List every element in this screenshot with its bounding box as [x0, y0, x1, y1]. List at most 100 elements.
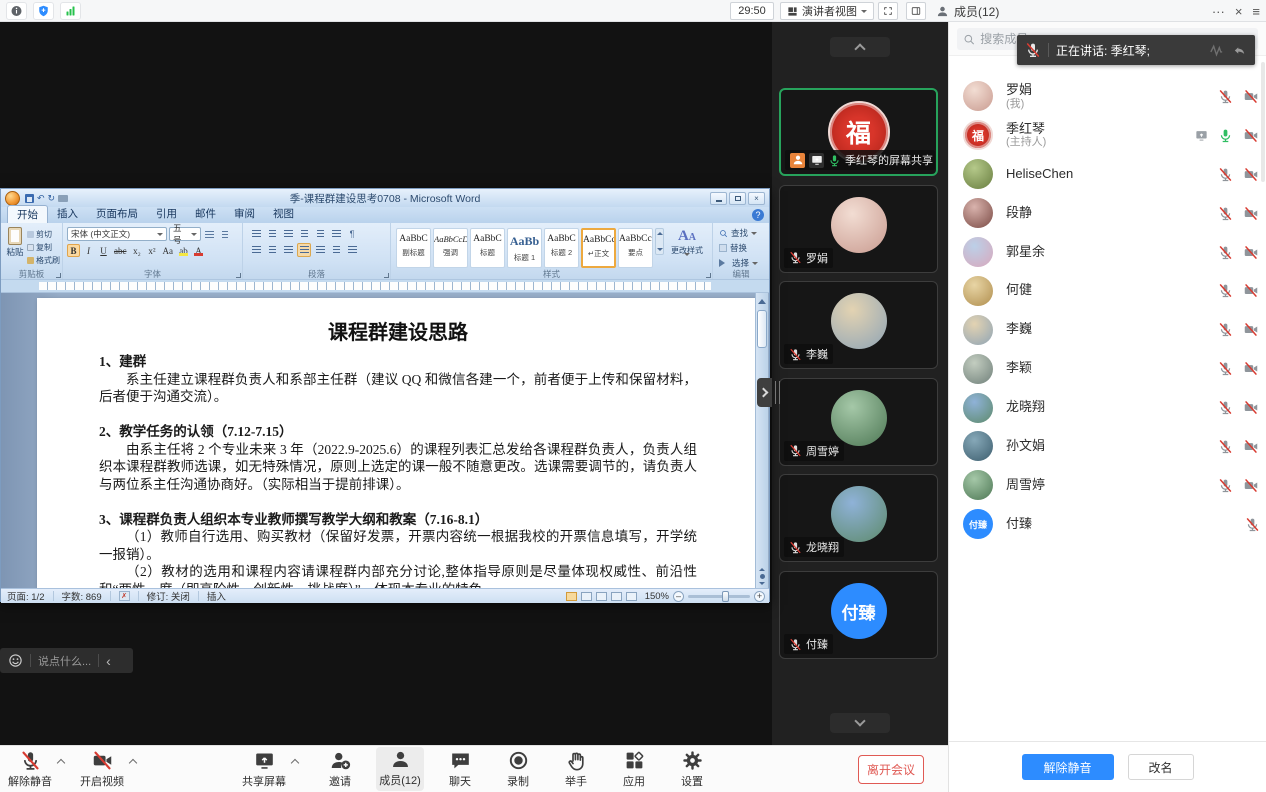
- shading-button[interactable]: [329, 243, 343, 257]
- zoom-out-button[interactable]: –: [673, 591, 684, 602]
- style-gallery-scroll[interactable]: [655, 228, 664, 255]
- spellcheck-icon[interactable]: ✗: [119, 591, 130, 601]
- font-button-abc[interactable]: abc: [112, 244, 129, 257]
- cut-button[interactable]: 剪切: [27, 229, 60, 240]
- redo-icon[interactable]: ↻: [48, 194, 56, 203]
- toolbar-share-screen-button[interactable]: 共享屏幕: [240, 750, 288, 789]
- multilevel-list-button[interactable]: [281, 227, 295, 241]
- toolbar-members-button[interactable]: 成员(12): [376, 747, 424, 791]
- style-强调[interactable]: AaBbCcD强调: [433, 228, 468, 268]
- chat-input-hint[interactable]: 说点什么...: [38, 653, 91, 669]
- chevron-up-icon[interactable]: [54, 752, 68, 786]
- info-icon[interactable]: [6, 2, 27, 20]
- chevron-up-icon[interactable]: [288, 752, 302, 786]
- unmute-button[interactable]: 解除静音: [1022, 754, 1114, 780]
- scroll-tiles-up-button[interactable]: [830, 37, 890, 57]
- member-row[interactable]: 郭星余: [949, 233, 1266, 272]
- video-tile[interactable]: 李巍: [779, 281, 938, 369]
- font-button-A[interactable]: A: [192, 244, 205, 257]
- ribbon-tab-1[interactable]: 开始: [7, 205, 48, 223]
- signal-icon[interactable]: [60, 2, 81, 20]
- emoji-icon[interactable]: [8, 653, 23, 668]
- help-icon[interactable]: ?: [752, 209, 764, 221]
- grow-font-button[interactable]: [203, 228, 216, 241]
- toolbar-settings-button[interactable]: 设置: [668, 750, 716, 789]
- print-layout-view-icon[interactable]: [566, 592, 577, 601]
- numbering-button[interactable]: [265, 227, 279, 241]
- panel-scrollbar[interactable]: [1261, 62, 1265, 182]
- document-scrollbar[interactable]: [755, 293, 768, 588]
- ruler[interactable]: [1, 280, 769, 293]
- font-button-x²[interactable]: x²: [146, 244, 159, 257]
- side-panel-button[interactable]: [906, 2, 926, 20]
- dialog-launcher-icon[interactable]: [706, 273, 711, 278]
- toolbar-raise-hand-button[interactable]: 举手: [552, 750, 600, 789]
- font-button-B[interactable]: B: [67, 244, 80, 257]
- word-count[interactable]: 字数: 869: [62, 589, 102, 603]
- panel-close-button[interactable]: ×: [1235, 4, 1243, 19]
- font-button-Aa[interactable]: Aa: [161, 244, 176, 257]
- member-row[interactable]: HeliseChen: [949, 155, 1266, 194]
- collapse-strip-handle[interactable]: [757, 378, 772, 407]
- shrink-font-button[interactable]: [218, 228, 231, 241]
- align-right-button[interactable]: [281, 243, 295, 257]
- undo-icon[interactable]: ↶: [37, 194, 45, 203]
- toolbar-record-button[interactable]: 录制: [494, 750, 542, 789]
- scroll-tiles-down-button[interactable]: [830, 713, 890, 733]
- video-tile[interactable]: 周雪婷: [779, 378, 938, 466]
- dialog-launcher-icon[interactable]: [236, 273, 241, 278]
- collapse-chatbar-button[interactable]: ‹: [106, 654, 111, 668]
- copy-button[interactable]: 复制: [27, 242, 60, 253]
- print-icon[interactable]: [58, 195, 68, 202]
- video-tile[interactable]: 罗娟: [779, 185, 938, 273]
- toolbar-invite-button[interactable]: 邀请: [316, 750, 364, 789]
- close-window-button[interactable]: ×: [748, 192, 765, 205]
- ribbon-tab-6[interactable]: 审阅: [225, 205, 264, 223]
- minimize-button[interactable]: [710, 192, 727, 205]
- shield-icon[interactable]: [33, 2, 54, 20]
- next-page-icon[interactable]: [759, 582, 765, 588]
- style-标题 2[interactable]: AaBbC标题 2: [544, 228, 579, 268]
- fullscreen-button[interactable]: [878, 2, 898, 20]
- change-styles-button[interactable]: AA 更改样式: [665, 225, 709, 267]
- ribbon-tab-3[interactable]: 页面布局: [87, 205, 147, 223]
- align-left-button[interactable]: [249, 243, 263, 257]
- style-要点[interactable]: AaBbCcD要点: [618, 228, 653, 268]
- style-副标题[interactable]: AaBbC副标题: [396, 228, 431, 268]
- prev-page-icon[interactable]: [759, 565, 765, 571]
- toolbar-chat-button[interactable]: 聊天: [436, 750, 484, 789]
- font-family-select[interactable]: 宋体 (中文正文): [67, 227, 167, 241]
- ribbon-tab-7[interactable]: 视图: [264, 205, 303, 223]
- insert-mode[interactable]: 插入: [207, 589, 226, 603]
- ribbon-tab-5[interactable]: 邮件: [186, 205, 225, 223]
- member-row[interactable]: 付臻付臻: [949, 505, 1266, 544]
- font-button-U[interactable]: U: [97, 244, 110, 257]
- panel-menu-button[interactable]: ≡: [1252, 4, 1260, 19]
- video-tile[interactable]: 付臻付臻: [779, 571, 938, 659]
- document-page[interactable]: 课程群建设思路 1、建群系主任建立课程群负责人和系部主任群（建议 QQ 和微信各…: [37, 298, 759, 588]
- zoom-level[interactable]: 150%: [645, 591, 669, 602]
- pilcrow-button[interactable]: ¶: [345, 227, 359, 241]
- font-button-x₂[interactable]: x₂: [131, 244, 144, 257]
- scroll-up-icon[interactable]: [758, 295, 766, 304]
- member-row[interactable]: 段静: [949, 194, 1266, 233]
- font-button-I[interactable]: I: [82, 244, 95, 257]
- chevron-up-icon[interactable]: [126, 752, 140, 786]
- justify-button[interactable]: [297, 243, 311, 257]
- font-size-select[interactable]: 五号: [169, 227, 201, 241]
- ribbon-tab-4[interactable]: 引用: [147, 205, 186, 223]
- member-row[interactable]: 何健: [949, 271, 1266, 310]
- toolbar-apps-button[interactable]: 应用: [610, 750, 658, 789]
- format-painter-button[interactable]: 格式刷: [27, 255, 60, 266]
- scrollbar-thumb[interactable]: [757, 310, 767, 348]
- member-row[interactable]: 福季红琴(主持人): [949, 116, 1266, 155]
- rename-button[interactable]: 改名: [1128, 754, 1194, 780]
- style-↵正文[interactable]: AaBbCcDd↵正文: [581, 228, 616, 268]
- zoom-in-button[interactable]: +: [754, 591, 765, 602]
- increase-indent-button[interactable]: [313, 227, 327, 241]
- font-button-ab[interactable]: ab: [177, 244, 190, 257]
- decrease-indent-button[interactable]: [297, 227, 311, 241]
- web-view-icon[interactable]: [596, 592, 607, 601]
- panel-more-button[interactable]: ···: [1212, 4, 1225, 19]
- member-row[interactable]: 孙文娟: [949, 427, 1266, 466]
